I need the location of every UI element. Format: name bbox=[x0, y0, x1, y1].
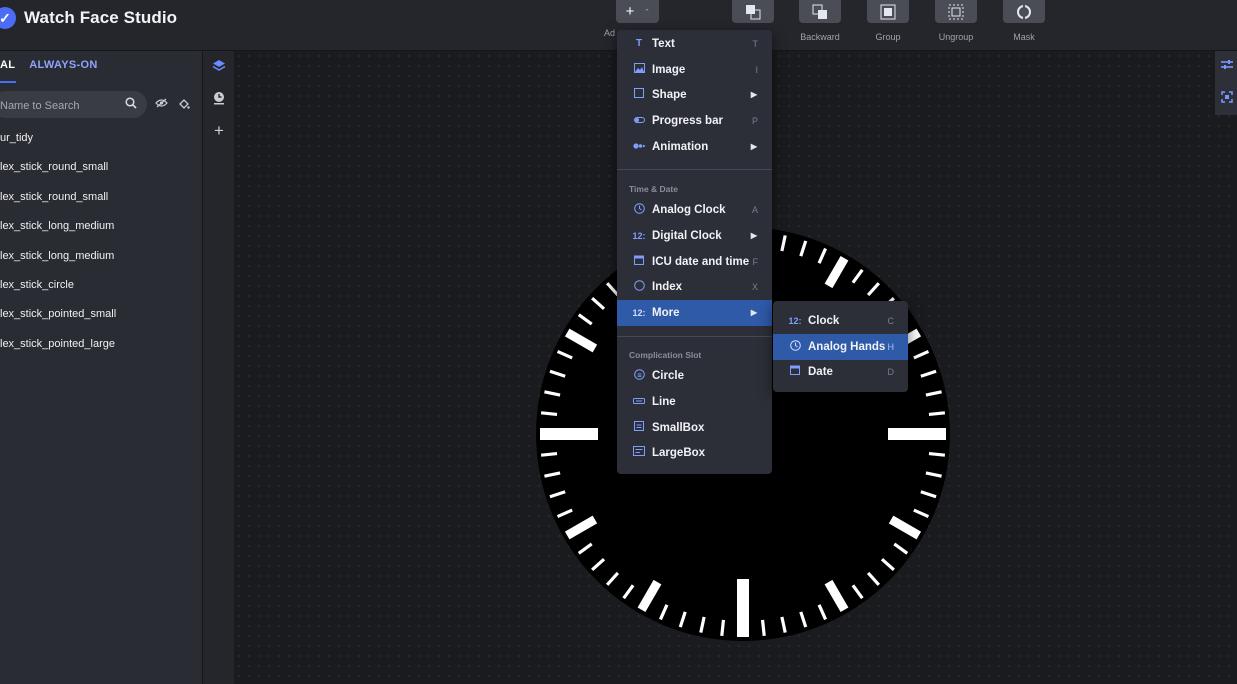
progress-bar-icon bbox=[632, 115, 646, 126]
app-brand: ✓ Watch Face Studio bbox=[0, 7, 177, 29]
group-label: Group bbox=[875, 32, 901, 42]
mode-tabs: AL ALWAYS-ON bbox=[0, 59, 112, 77]
history-icon[interactable] bbox=[211, 91, 227, 108]
menu-item-date[interactable]: Date D bbox=[773, 359, 908, 385]
shape-icon bbox=[632, 88, 646, 101]
group-icon bbox=[867, 0, 909, 23]
animation-icon bbox=[632, 141, 646, 152]
ungroup-button[interactable]: Ungroup bbox=[934, 0, 978, 42]
menu-item-shape[interactable]: Shape ▶ bbox=[617, 82, 772, 108]
list-item[interactable]: lex_stick_pointed_small bbox=[0, 308, 200, 337]
svg-text:≡: ≡ bbox=[636, 372, 641, 379]
search-input[interactable] bbox=[0, 91, 122, 120]
line-slot-icon bbox=[632, 396, 646, 407]
more-submenu: 12: Clock C Analog Hands H Date D bbox=[773, 301, 908, 392]
add-panel-icon[interactable]: + bbox=[211, 121, 227, 141]
menu-item-more[interactable]: 12: More ▶ bbox=[617, 300, 772, 326]
watch-index-tick bbox=[540, 428, 598, 440]
menu-item-icu-date-time[interactable]: ICU date and time F bbox=[617, 249, 772, 275]
menu-item-analog-clock[interactable]: Analog Clock A bbox=[617, 197, 772, 223]
calendar-icon bbox=[632, 255, 646, 268]
ungroup-label: Ungroup bbox=[938, 32, 974, 42]
ungroup-icon bbox=[935, 0, 977, 23]
menu-item-largebox[interactable]: LargeBox bbox=[617, 440, 772, 466]
list-item[interactable]: lex_stick_circle bbox=[0, 279, 200, 308]
section-header-complication-slot: Complication Slot bbox=[629, 350, 702, 360]
digital-clock-icon: 12: bbox=[788, 315, 802, 326]
largebox-icon bbox=[632, 446, 646, 459]
menu-item-digital-clock[interactable]: 12: Digital Clock ▶ bbox=[617, 223, 772, 249]
circle-slot-icon: ≡ bbox=[632, 369, 646, 383]
menu-item-line[interactable]: Line bbox=[617, 389, 772, 415]
arrange-forward-icon bbox=[732, 0, 774, 23]
menu-item-analog-hands[interactable]: Analog Hands H bbox=[773, 334, 908, 360]
tab-normal[interactable]: AL bbox=[0, 59, 15, 77]
section-header-time-date: Time & Date bbox=[629, 184, 678, 194]
watch-index-tick bbox=[737, 579, 749, 637]
app-title: Watch Face Studio bbox=[24, 8, 178, 27]
visibility-off-icon[interactable] bbox=[155, 98, 168, 111]
menu-item-smallbox[interactable]: SmallBox bbox=[617, 415, 772, 441]
paint-bucket-icon[interactable] bbox=[178, 98, 190, 113]
layer-list: ur_tidy lex_stick_round_small lex_stick_… bbox=[0, 132, 200, 367]
group-button[interactable]: Group bbox=[866, 0, 910, 42]
menu-item-circle[interactable]: ≡ Circle bbox=[617, 363, 772, 389]
arrange-backward-icon bbox=[799, 0, 841, 23]
more-icon: 12: bbox=[632, 307, 646, 318]
menu-item-clock[interactable]: 12: Clock C bbox=[773, 308, 908, 334]
chevron-right-icon: ▶ bbox=[750, 90, 757, 100]
menu-item-index[interactable]: Index X bbox=[617, 274, 772, 300]
list-item[interactable]: lex_stick_pointed_large bbox=[0, 338, 200, 367]
list-item[interactable]: lex_stick_long_medium bbox=[0, 250, 200, 279]
menu-item-animation[interactable]: Animation ▶ bbox=[617, 134, 772, 160]
search-icon[interactable] bbox=[125, 97, 137, 112]
list-item[interactable]: lex_stick_round_small bbox=[0, 191, 200, 220]
tab-always-on[interactable]: ALWAYS-ON bbox=[29, 59, 97, 77]
layers-icon[interactable] bbox=[211, 59, 227, 76]
calendar-icon bbox=[788, 365, 802, 378]
smallbox-icon bbox=[632, 421, 646, 434]
panel-switcher: + bbox=[203, 51, 234, 684]
image-icon bbox=[632, 63, 646, 76]
watch-index-tick bbox=[888, 428, 946, 440]
add-menu: T Text T Image I Shape ▶ Progress bar P … bbox=[617, 30, 772, 474]
list-item[interactable]: lex_stick_long_medium bbox=[0, 220, 200, 249]
layer-search bbox=[0, 91, 147, 120]
list-item[interactable]: lex_stick_round_small bbox=[0, 161, 200, 190]
list-item[interactable]: ur_tidy bbox=[0, 132, 200, 161]
chevron-right-icon: ▶ bbox=[750, 308, 757, 318]
menu-item-text[interactable]: T Text T bbox=[617, 31, 772, 57]
menu-separator bbox=[617, 336, 772, 337]
mask-label: Mask bbox=[1013, 32, 1035, 42]
right-tool-strip bbox=[1215, 51, 1237, 115]
chevron-down-icon[interactable]: ⌃ bbox=[644, 8, 650, 16]
clock-hands-icon bbox=[788, 340, 802, 354]
text-icon: T bbox=[635, 38, 643, 50]
mask-icon bbox=[1003, 0, 1045, 23]
backward-label: Backward bbox=[800, 32, 840, 42]
adjust-icon[interactable] bbox=[1221, 59, 1233, 74]
app-logo-icon: ✓ bbox=[0, 7, 16, 29]
plus-icon: + bbox=[625, 3, 635, 20]
add-button[interactable]: + ⌃ bbox=[616, 0, 659, 23]
analog-clock-icon bbox=[632, 203, 646, 217]
bring-forward-button[interactable] bbox=[731, 0, 775, 23]
index-icon bbox=[632, 280, 646, 294]
layers-panel: AL ALWAYS-ON ur_tidy lex_stick_round_sma… bbox=[0, 51, 203, 684]
mask-button[interactable]: Mask bbox=[1002, 0, 1046, 42]
menu-item-progress-bar[interactable]: Progress bar P bbox=[617, 108, 772, 134]
add-button-label: Ad bbox=[604, 28, 616, 38]
fit-screen-icon[interactable] bbox=[1221, 91, 1233, 106]
menu-separator bbox=[617, 169, 772, 170]
tab-active-indicator bbox=[0, 81, 16, 83]
send-backward-button[interactable]: Backward bbox=[798, 0, 842, 42]
digital-clock-icon: 12: bbox=[632, 230, 646, 241]
menu-item-image[interactable]: Image I bbox=[617, 57, 772, 83]
chevron-right-icon: ▶ bbox=[750, 142, 757, 152]
chevron-right-icon: ▶ bbox=[750, 231, 757, 241]
